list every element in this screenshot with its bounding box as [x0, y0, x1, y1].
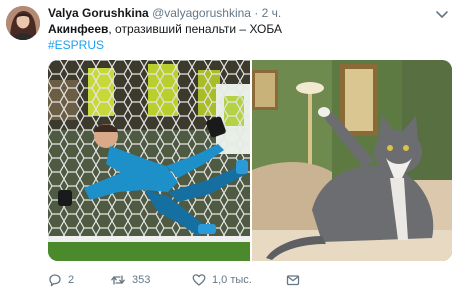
media-grid: [48, 60, 452, 261]
tweet-header: Valya Gorushkina @valyagorushkina · 2 ч.: [48, 6, 281, 21]
retweet-icon: [110, 273, 126, 287]
action-bar: 2 353 1,0 тыс.: [48, 271, 300, 289]
cat-photo[interactable]: [252, 60, 452, 261]
message-button[interactable]: [286, 273, 300, 287]
tweet-text-bold: Акинфеев: [48, 22, 109, 36]
reply-icon: [48, 273, 62, 287]
display-name[interactable]: Valya Gorushkina: [48, 6, 149, 20]
reply-count: 2: [68, 274, 75, 286]
like-button[interactable]: 1,0 тыс.: [192, 273, 286, 287]
chevron-down-icon[interactable]: [434, 8, 450, 20]
reply-button[interactable]: 2: [48, 273, 110, 287]
retweet-count: 353: [132, 274, 151, 286]
tweet-card[interactable]: Valya Gorushkina @valyagorushkina · 2 ч.…: [0, 0, 462, 294]
retweet-button[interactable]: 353: [110, 273, 192, 287]
user-handle[interactable]: @valyagorushkina: [152, 6, 251, 20]
separator-dot: ·: [254, 6, 259, 20]
hashtag-link[interactable]: #ESPRUS: [48, 38, 104, 53]
tweet-text-rest: , отразивший пенальти – ХОБА: [108, 22, 282, 36]
avatar[interactable]: [6, 6, 40, 40]
timestamp[interactable]: 2 ч.: [262, 6, 282, 20]
tweet-text: Акинфеев, отразивший пенальти – ХОБА: [48, 22, 282, 37]
goalkeeper-photo[interactable]: [48, 60, 250, 261]
envelope-icon: [286, 273, 300, 287]
like-count: 1,0 тыс.: [212, 274, 252, 286]
heart-icon: [192, 273, 206, 287]
